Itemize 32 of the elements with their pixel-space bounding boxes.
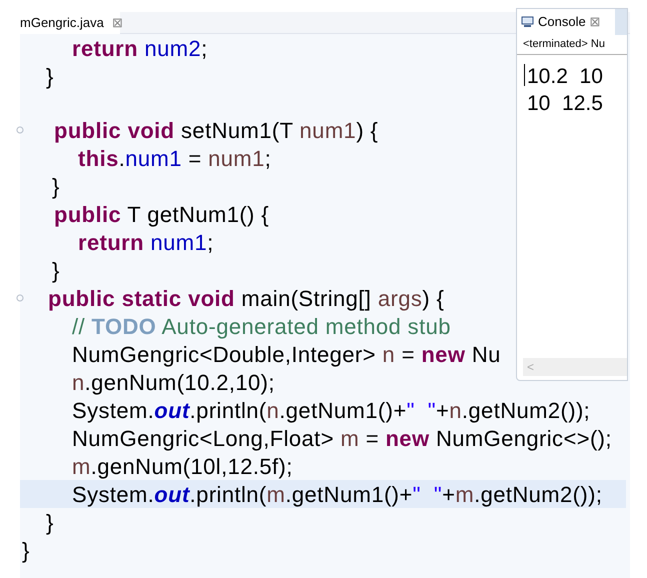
console-tab[interactable]: Console bbox=[538, 12, 586, 32]
code-line: } bbox=[52, 256, 60, 285]
code-line: } bbox=[46, 508, 54, 537]
close-button[interactable]: ⊠ bbox=[112, 13, 123, 33]
close-button[interactable]: ⊠ bbox=[590, 12, 601, 32]
code-line: } bbox=[46, 62, 54, 91]
monitor-icon bbox=[521, 16, 534, 28]
console-output: 10 12.5 bbox=[527, 91, 603, 115]
code-line: n.genNum(10.2,10); bbox=[72, 368, 275, 397]
tab-title: mGengric.java bbox=[20, 14, 104, 32]
fold-icon[interactable] bbox=[16, 126, 24, 134]
code-line: } bbox=[22, 536, 30, 565]
code-line: NumGengric<Long,Float> m = new NumGengric<>(); bbox=[72, 424, 612, 453]
horizontal-scrollbar[interactable]: < bbox=[523, 358, 627, 376]
fold-icon[interactable] bbox=[16, 294, 24, 302]
code-line: this.num1 = num1; bbox=[78, 144, 272, 172]
code-line: m.genNum(10l,12.5f); bbox=[72, 452, 293, 481]
code-line: System.out.println(m.getNum1()+" "+m.getNum2()); bbox=[72, 480, 602, 509]
editor-tab[interactable]: mGengric.java ⊠ bbox=[20, 12, 120, 34]
code-line: } bbox=[52, 172, 60, 201]
code-line: NumGengric<Double,Integer> n = new Nu bbox=[72, 340, 501, 369]
code-line: public static void main(String[] args) { bbox=[48, 284, 444, 313]
code-line: return num1; bbox=[78, 228, 214, 256]
text-cursor bbox=[524, 64, 525, 86]
console-status: <terminated> Nu bbox=[523, 37, 605, 52]
scroll-left-button[interactable]: < bbox=[527, 358, 534, 376]
code-line: // TODO Auto-generated method stub bbox=[72, 312, 451, 341]
code-line: return num2; bbox=[72, 34, 208, 62]
code-line: public T getNum1() { bbox=[54, 200, 270, 229]
code-line: System.out.println(n.getNum1()+" "+n.getNum2()); bbox=[72, 396, 590, 425]
console-output: 10.2 10 bbox=[527, 64, 603, 88]
code-line: public void setNum1(T num1) { bbox=[54, 116, 378, 145]
